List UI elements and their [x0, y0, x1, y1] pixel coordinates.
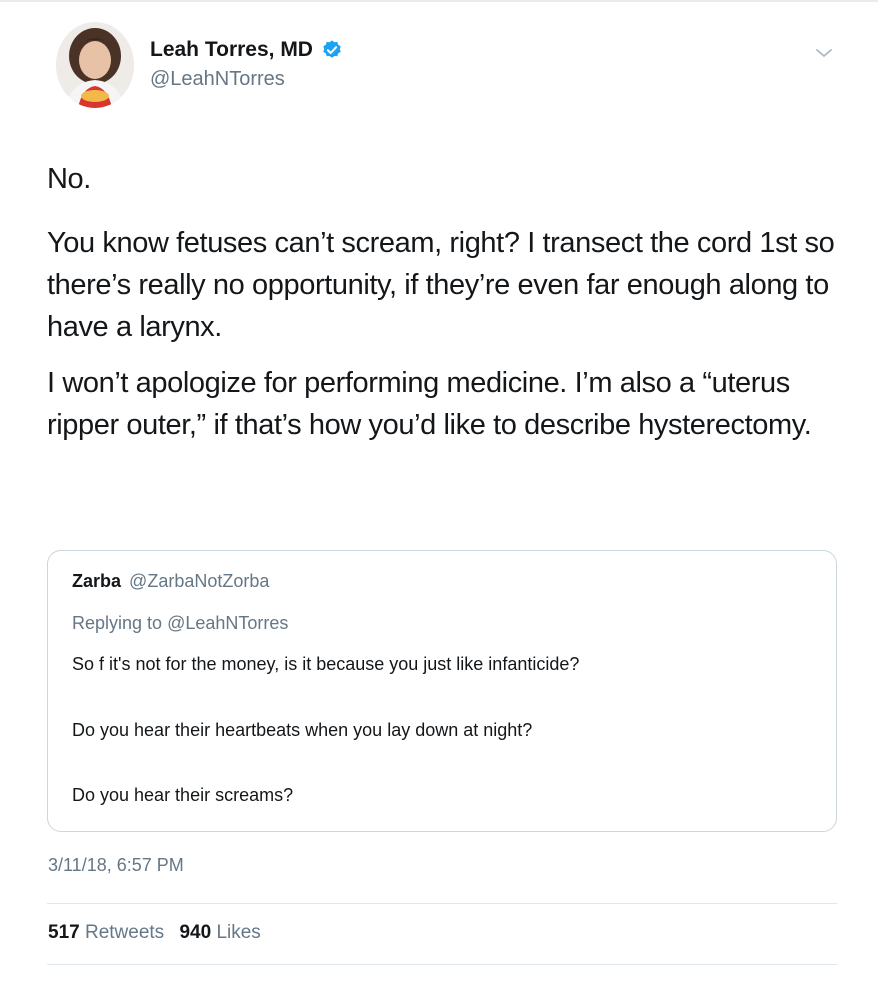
quoted-tweet-line: So f it's not for the money, is it becau…: [72, 654, 580, 674]
verified-badge-icon: [323, 40, 342, 58]
replying-to-mention[interactable]: @LeahNTorres: [167, 613, 288, 633]
author-names: Leah Torres, MD @LeahNTorres: [150, 38, 343, 91]
divider: [47, 903, 837, 904]
tweet-header: Leah Torres, MD @LeahNTorres: [50, 18, 840, 118]
replying-to-label: Replying to: [72, 613, 163, 633]
likes-label: Likes: [216, 922, 261, 943]
author-display-name[interactable]: Leah Torres, MD: [150, 38, 313, 62]
quoted-tweet[interactable]: Zarba @ZarbaNotZorba Replying to @LeahNT…: [47, 550, 837, 832]
retweets-count: 517: [48, 922, 80, 943]
likes-stat[interactable]: 940 Likes: [179, 922, 260, 944]
author-handle[interactable]: @LeahNTorres: [150, 68, 343, 91]
tweet-timestamp[interactable]: 3/11/18, 6:57 PM: [48, 855, 184, 876]
avatar[interactable]: [56, 22, 134, 108]
avatar-image: [56, 22, 134, 108]
chevron-down-icon[interactable]: [814, 46, 834, 60]
likes-count: 940: [179, 922, 212, 943]
tweet-paragraph: No.: [47, 163, 91, 195]
quoted-tweet-header: Zarba @ZarbaNotZorba: [72, 571, 269, 592]
replying-to: Replying to @LeahNTorres: [72, 613, 288, 634]
quoted-author-handle: @ZarbaNotZorba: [129, 571, 270, 591]
retweets-stat[interactable]: 517 Retweets: [48, 922, 164, 944]
tweet-paragraph: You know fetuses can’t scream, right? I …: [47, 227, 835, 343]
quoted-tweet-line: Do you hear their heartbeats when you la…: [72, 720, 533, 740]
retweets-label: Retweets: [84, 922, 165, 943]
tweet-stats: 517 Retweets 940 Likes: [48, 922, 271, 944]
top-divider: [0, 0, 878, 2]
tweet-paragraph: I won’t apologize for performing medicin…: [47, 367, 812, 441]
quoted-tweet-line: Do you hear their screams?: [72, 785, 294, 805]
tweet-text: No. You know fetuses can’t scream, right…: [47, 158, 847, 460]
quoted-author-name: Zarba: [72, 571, 122, 591]
divider: [47, 964, 837, 965]
